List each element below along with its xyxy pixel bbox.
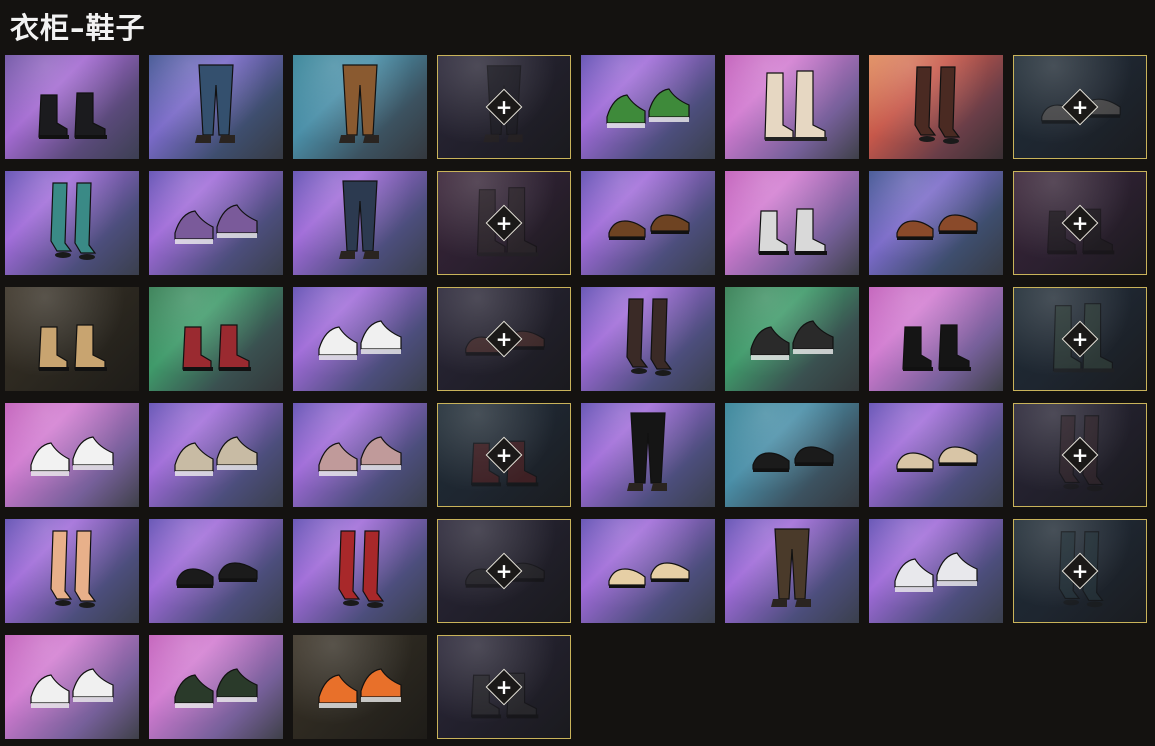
- boots-icon: [38, 324, 107, 371]
- shoe-item-tile[interactable]: [725, 403, 859, 507]
- shoe-item-tile[interactable]: [869, 171, 1003, 275]
- tallboots-icon: [764, 70, 827, 141]
- shoe-item-tile[interactable]: [869, 55, 1003, 159]
- shoe-item-tile[interactable]: [725, 287, 859, 391]
- locked-slot-tile[interactable]: +: [437, 635, 571, 739]
- shoes-icon: [752, 446, 834, 472]
- shoe-item-tile[interactable]: [293, 287, 427, 391]
- locked-slot-tile[interactable]: +: [1013, 171, 1147, 275]
- shoe-item-tile[interactable]: [581, 519, 715, 623]
- locked-slot-tile[interactable]: +: [437, 171, 571, 275]
- boots-icon: [758, 208, 827, 255]
- shoe-item-tile[interactable]: [5, 171, 139, 275]
- shoes-icon: [608, 214, 690, 240]
- shoe-item-tile[interactable]: [581, 403, 715, 507]
- plus-label: +: [1071, 559, 1089, 583]
- plus-label: +: [495, 327, 513, 351]
- shoe-item-tile[interactable]: [149, 403, 283, 507]
- shoe-item-tile[interactable]: [725, 519, 859, 623]
- shoes-icon: [176, 562, 258, 588]
- shoe-item-tile[interactable]: [725, 55, 859, 159]
- sneakers-icon: [606, 88, 690, 128]
- sneakers-icon: [318, 436, 402, 476]
- sneakers-icon: [30, 436, 114, 476]
- sneakers-icon: [174, 436, 258, 476]
- wardrobe-grid: + + + + + + + + + + +: [0, 0, 1155, 746]
- sneakers-icon: [174, 668, 258, 708]
- plus-label: +: [495, 443, 513, 467]
- shoe-item-tile[interactable]: [5, 55, 139, 159]
- shoe-item-tile[interactable]: [725, 171, 859, 275]
- shoe-item-tile[interactable]: [293, 171, 427, 275]
- shoe-item-tile[interactable]: [5, 287, 139, 391]
- stockings-icon: [50, 530, 97, 608]
- locked-slot-tile[interactable]: +: [437, 403, 571, 507]
- pants-icon: [339, 180, 379, 259]
- shoe-item-tile[interactable]: [149, 287, 283, 391]
- sneakers-icon: [318, 668, 402, 708]
- shoe-item-tile[interactable]: [5, 635, 139, 739]
- plus-label: +: [1071, 327, 1089, 351]
- pants-icon: [195, 64, 235, 143]
- boots-icon: [38, 92, 107, 139]
- sneakers-icon: [750, 320, 834, 360]
- shoe-item-tile[interactable]: [5, 403, 139, 507]
- shoes-icon: [896, 214, 978, 240]
- shoe-item-tile[interactable]: [149, 55, 283, 159]
- plus-label: +: [1071, 95, 1089, 119]
- locked-slot-tile[interactable]: +: [1013, 287, 1147, 391]
- pants-icon: [339, 64, 379, 143]
- boots-icon: [902, 324, 971, 371]
- shoe-item-tile[interactable]: [869, 403, 1003, 507]
- sneakers-icon: [318, 320, 402, 360]
- shoe-item-tile[interactable]: [293, 403, 427, 507]
- shoe-item-tile[interactable]: [149, 519, 283, 623]
- boots-icon: [182, 324, 251, 371]
- plus-label: +: [495, 675, 513, 699]
- locked-slot-tile[interactable]: +: [1013, 403, 1147, 507]
- locked-slot-tile[interactable]: +: [437, 55, 571, 159]
- pants-icon: [771, 528, 811, 607]
- stockings-icon: [50, 182, 97, 260]
- shoe-item-tile[interactable]: [293, 55, 427, 159]
- plus-label: +: [1071, 443, 1089, 467]
- plus-label: +: [495, 211, 513, 235]
- shoe-item-tile[interactable]: [581, 55, 715, 159]
- sneakers-icon: [174, 204, 258, 244]
- sneakers-icon: [30, 668, 114, 708]
- stockings-icon: [338, 530, 385, 608]
- shoe-item-tile[interactable]: [293, 635, 427, 739]
- pants-icon: [627, 412, 667, 491]
- shoe-item-tile[interactable]: [581, 287, 715, 391]
- sneakers-icon: [894, 552, 978, 592]
- shoe-item-tile[interactable]: [869, 287, 1003, 391]
- stockings-icon: [626, 298, 673, 376]
- shoe-item-tile[interactable]: [149, 171, 283, 275]
- locked-slot-tile[interactable]: +: [1013, 55, 1147, 159]
- stockings-icon: [914, 66, 961, 144]
- plus-label: +: [495, 95, 513, 119]
- locked-slot-tile[interactable]: +: [1013, 519, 1147, 623]
- shoe-item-tile[interactable]: [581, 171, 715, 275]
- shoe-item-tile[interactable]: [5, 519, 139, 623]
- shoe-item-tile[interactable]: [149, 635, 283, 739]
- plus-label: +: [495, 559, 513, 583]
- shoe-item-tile[interactable]: [293, 519, 427, 623]
- shoes-icon: [608, 562, 690, 588]
- shoe-item-tile[interactable]: [869, 519, 1003, 623]
- shoes-icon: [896, 446, 978, 472]
- locked-slot-tile[interactable]: +: [437, 287, 571, 391]
- locked-slot-tile[interactable]: +: [437, 519, 571, 623]
- plus-label: +: [1071, 211, 1089, 235]
